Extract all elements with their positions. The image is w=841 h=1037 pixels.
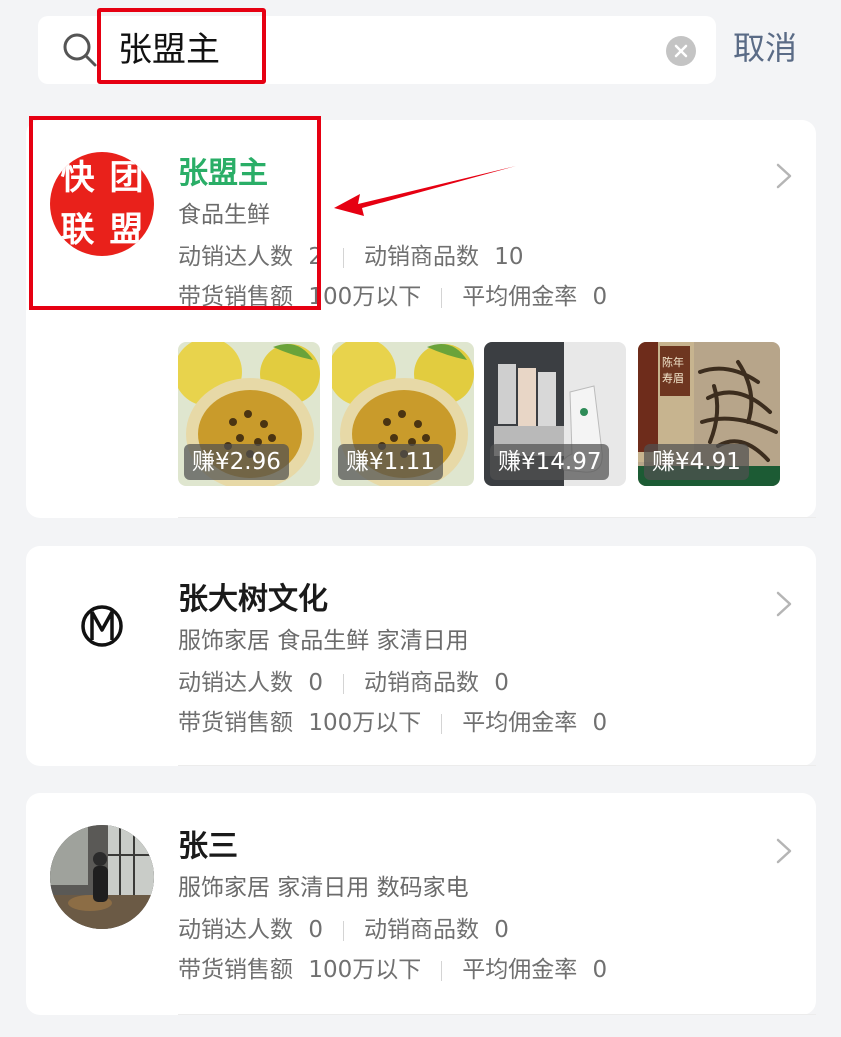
stats-row: 带货销售额 100万以下 平均佣金率 0 [178, 280, 607, 314]
stat-value: 10 [494, 244, 524, 270]
shop-categories: 食品生鲜 [178, 202, 270, 228]
cancel-button[interactable]: 取消 [733, 26, 797, 70]
avatar [50, 574, 154, 678]
kuaituan-logo: 快 团 联 盟 [50, 152, 154, 256]
stats-row: 动销达人数 0 动销商品数 0 [178, 666, 509, 700]
result-card[interactable]: 张三 服饰家居 家清日用 数码家电 动销达人数 0 动销商品数 0 带货销售额 1… [26, 793, 816, 1015]
stat-value: 100万以下 [308, 710, 422, 736]
product-thumbnails: 赚¥2.96 赚¥1.11 赚¥14.97 陈年 寿眉 赚¥4.91 [178, 342, 788, 486]
stat-value: 0 [494, 670, 509, 696]
stat-value: 100万以下 [308, 957, 422, 983]
search-input[interactable]: 张盟主 [38, 16, 716, 84]
stat-label: 带货销售额 [178, 957, 293, 983]
stat-label: 动销达人数 [178, 917, 293, 943]
logo-char: 快 [60, 158, 95, 198]
result-card[interactable]: 张大树文化 服饰家居 食品生鲜 家清日用 动销达人数 0 动销商品数 0 带货销售… [26, 546, 816, 766]
avatar: 快 团 联 盟 [50, 152, 154, 256]
result-card[interactable]: 快 团 联 盟 张盟主 食品生鲜 动销达人数 2 动销商品数 10 带货销售额 1… [26, 120, 816, 518]
stat-label: 动销达人数 [178, 670, 293, 696]
earn-badge: 赚¥4.91 [644, 444, 749, 480]
search-icon [63, 33, 97, 67]
logo-char: 盟 [109, 210, 144, 250]
divider [178, 765, 816, 766]
search-bar: 张盟主 取消 [0, 0, 841, 100]
stats-row: 动销达人数 2 动销商品数 10 [178, 240, 524, 274]
earn-badge: 赚¥14.97 [490, 444, 610, 480]
chevron-right-icon[interactable] [774, 837, 794, 865]
divider [342, 247, 344, 268]
tea-package-text: 寿眉 [662, 371, 684, 385]
stat-value: 0 [592, 710, 608, 736]
divider [441, 713, 443, 734]
avatar [50, 825, 154, 929]
product-thumbnail[interactable]: 赚¥14.97 [484, 342, 626, 486]
stat-value: 0 [308, 917, 323, 943]
logo-char: 团 [109, 158, 144, 198]
stats-row: 带货销售额 100万以下 平均佣金率 0 [178, 706, 607, 740]
stat-label: 动销商品数 [363, 244, 479, 270]
stat-value: 100万以下 [308, 284, 422, 310]
divider [441, 960, 443, 981]
divider [342, 673, 344, 694]
product-thumbnail[interactable]: 陈年 寿眉 赚¥4.91 [638, 342, 780, 486]
product-thumbnail[interactable]: 赚¥1.11 [332, 342, 474, 486]
stat-label: 动销商品数 [363, 917, 479, 943]
divider [178, 1014, 816, 1015]
divider [441, 287, 443, 308]
chevron-right-icon[interactable] [774, 162, 794, 190]
chevron-right-icon[interactable] [774, 590, 794, 618]
stat-value: 2 [308, 244, 323, 270]
shop-name: 张三 [178, 829, 238, 864]
shop-name: 张大树文化 [178, 582, 328, 617]
stat-value: 0 [308, 670, 323, 696]
stats-row: 带货销售额 100万以下 平均佣金率 0 [178, 953, 607, 987]
stat-value: 0 [592, 957, 608, 983]
m-logo-icon [81, 605, 123, 647]
shop-categories: 服饰家居 食品生鲜 家清日用 [178, 628, 469, 654]
earn-badge: 赚¥1.11 [338, 444, 443, 480]
divider [342, 920, 344, 941]
search-query-text[interactable]: 张盟主 [118, 28, 220, 72]
stat-label: 带货销售额 [178, 284, 293, 310]
stat-label: 平均佣金率 [462, 284, 578, 310]
stats-row: 动销达人数 0 动销商品数 0 [178, 913, 509, 947]
earn-badge: 赚¥2.96 [184, 444, 289, 480]
stat-label: 动销商品数 [363, 670, 479, 696]
divider [178, 517, 816, 518]
tea-package-text: 陈年 [662, 355, 684, 369]
shop-name: 张盟主 [178, 156, 268, 191]
person-photo-icon [50, 825, 154, 929]
logo-char: 联 [60, 210, 95, 250]
stat-label: 平均佣金率 [462, 710, 578, 736]
product-thumbnail[interactable]: 赚¥2.96 [178, 342, 320, 486]
stat-label: 平均佣金率 [462, 957, 578, 983]
clear-icon[interactable] [666, 36, 696, 66]
shop-categories: 服饰家居 家清日用 数码家电 [178, 875, 469, 901]
stat-value: 0 [592, 284, 608, 310]
stat-value: 0 [494, 917, 509, 943]
stat-label: 带货销售额 [178, 710, 293, 736]
stat-label: 动销达人数 [178, 244, 293, 270]
